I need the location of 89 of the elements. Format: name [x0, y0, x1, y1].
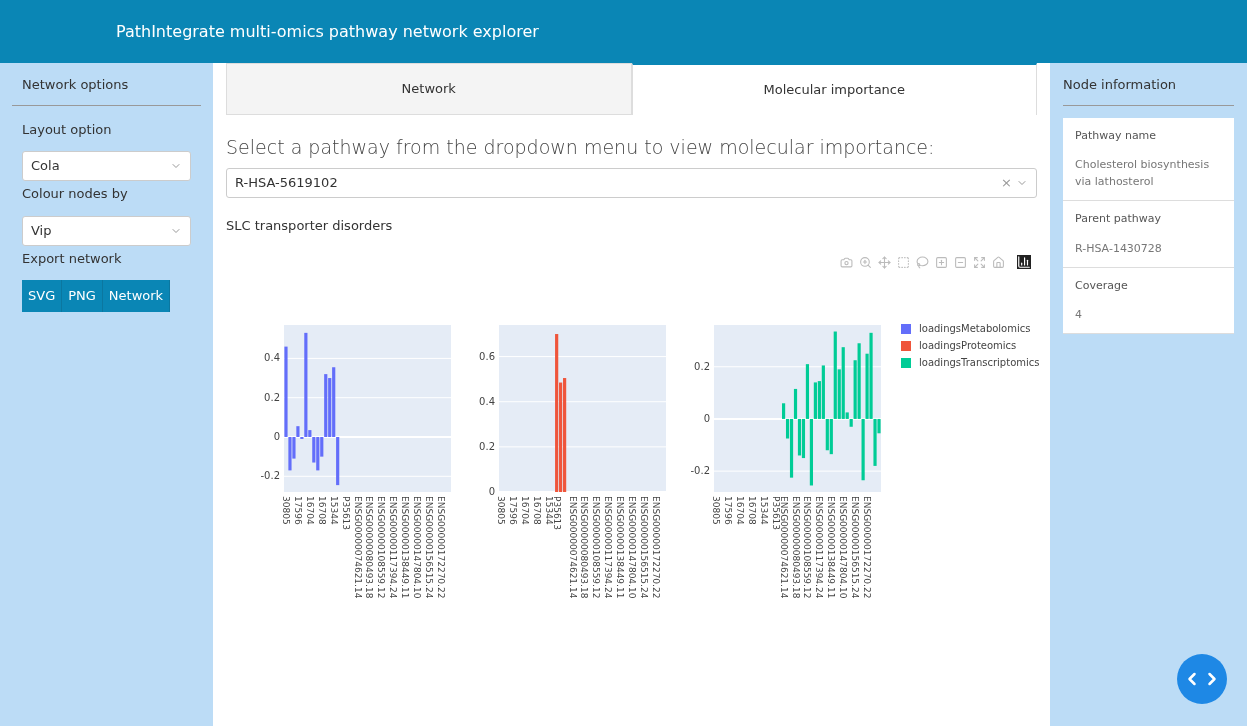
- field-label: Layout option: [22, 120, 113, 139]
- y-tick-label: -0.2: [690, 465, 710, 477]
- tab[interactable]: Network: [226, 63, 632, 115]
- home-icon[interactable]: [992, 255, 1005, 269]
- field-label: Export network: [22, 249, 123, 268]
- x-tick-label: 16708: [531, 496, 542, 525]
- x-tick-label: 16708: [316, 496, 327, 525]
- x-tick-label: P35613: [551, 496, 562, 531]
- x-tick-label: ENSG00000147804.10: [838, 496, 849, 599]
- x-tick-label: 16704: [304, 496, 315, 525]
- info-value: 4: [1075, 307, 1083, 323]
- app-title: PathIntegrate multi-omics pathway network explorer: [116, 20, 539, 43]
- pan-icon[interactable]: [878, 255, 891, 269]
- x-tick-label: ENSG00000156515.24: [850, 496, 861, 599]
- x-tick-label: P35613: [770, 496, 781, 531]
- zoom-in-icon[interactable]: [935, 255, 948, 269]
- x-tick-label: ENSG00000156515.24: [639, 496, 650, 599]
- x-tick-label: 15344: [328, 496, 339, 525]
- y-tick-label: 0: [703, 412, 710, 424]
- x-tick-label: 17596: [292, 496, 303, 525]
- x-tick-label: ENSG00000108559.12: [376, 496, 387, 599]
- box-select-icon[interactable]: [897, 255, 910, 269]
- x-tick-label: 17596: [507, 496, 518, 525]
- x-tick-label: ENSG00000117394.24: [814, 496, 825, 599]
- y-tick-label: 0: [488, 486, 495, 497]
- pathway-dropdown[interactable]: R-HSA-5619102 ×: [226, 167, 1037, 198]
- x-tick-label: 30805: [711, 496, 721, 525]
- x-tick-label: ENSG00000138449.11: [826, 496, 837, 599]
- legend-label: loadingsProteomics: [919, 339, 1017, 353]
- select-field[interactable]: Cola: [22, 151, 191, 181]
- x-tick-label: ENSG00000080493.18: [790, 496, 801, 599]
- info-label: Pathway name: [1075, 127, 1158, 144]
- bar-chart-icon[interactable]: [1017, 255, 1031, 269]
- tab[interactable]: Molecular importance: [631, 63, 1037, 115]
- x-tick-label: ENSG00000172270.22: [862, 496, 873, 599]
- y-tick-label: 0.2: [694, 360, 710, 372]
- x-tick-label: 30805: [281, 496, 291, 525]
- y-tick-label: 0: [273, 431, 280, 442]
- x-tick-label: ENSG00000138449.11: [400, 496, 411, 599]
- x-tick-label: ENSG00000080493.18: [579, 496, 590, 599]
- x-tick-label: ENSG00000147804.10: [627, 496, 638, 599]
- x-tick-label: ENSG00000117394.24: [388, 496, 399, 599]
- y-tick-label: 0.2: [479, 440, 495, 452]
- x-tick-label: ENSG00000080493.18: [364, 496, 375, 599]
- info-value: Cholesterol biosynthesis via lathosterol: [1075, 157, 1211, 190]
- y-tick-label: 0.2: [264, 391, 280, 403]
- x-tick-label: 16708: [746, 496, 757, 525]
- lasso-icon[interactable]: [916, 255, 929, 269]
- y-tick-label: 0.4: [264, 352, 280, 364]
- select-field[interactable]: Vip: [22, 215, 191, 246]
- x-tick-label: ENSG00000138449.11: [615, 496, 626, 599]
- info-label: Coverage: [1075, 277, 1129, 294]
- autoscale-icon[interactable]: [973, 255, 986, 269]
- sidebar-title: Node information: [1063, 75, 1234, 106]
- info-label: Parent pathway: [1075, 211, 1162, 227]
- sidebar-title: Network options: [12, 75, 201, 106]
- y-tick-label: 0.4: [479, 395, 495, 407]
- x-tick-label: 16704: [519, 496, 530, 525]
- x-tick-label: ENSG00000074621.14: [567, 496, 578, 599]
- x-tick-label: 30805: [496, 496, 506, 525]
- x-tick-label: 15344: [543, 496, 554, 525]
- plot-title: SLC transporter disorders: [226, 216, 394, 235]
- y-tick-label: 0.6: [479, 350, 495, 362]
- x-tick-label: 15344: [758, 496, 769, 525]
- zoom-icon[interactable]: [859, 255, 872, 269]
- x-tick-label: 16704: [734, 496, 745, 525]
- y-tick-label: -0.2: [260, 470, 280, 482]
- x-tick-label: P35613: [340, 496, 351, 531]
- x-tick-label: ENSG00000108559.12: [802, 496, 813, 599]
- x-tick-label: 17596: [722, 496, 733, 525]
- x-tick-label: ENSG00000172270.22: [651, 496, 662, 599]
- x-tick-label: ENSG00000108559.12: [591, 496, 602, 599]
- x-tick-label: ENSG00000156515.24: [424, 496, 435, 599]
- field-label: Colour nodes by: [22, 185, 129, 203]
- zoom-out-icon[interactable]: [954, 255, 967, 269]
- legend-label: loadingsTranscriptomics: [919, 356, 1040, 370]
- legend-label: loadingsMetabolomics: [919, 322, 1031, 336]
- export-button[interactable]: SVG: [22, 280, 63, 312]
- x-tick-label: ENSG00000147804.10: [412, 496, 423, 599]
- x-tick-label: ENSG00000074621.14: [352, 496, 363, 599]
- export-button[interactable]: PNG: [62, 280, 103, 312]
- x-tick-label: ENSG00000172270.22: [436, 496, 447, 599]
- x-tick-label: ENSG00000117394.24: [603, 496, 614, 599]
- camera-icon[interactable]: [840, 255, 853, 269]
- info-value: R-HSA-1430728: [1075, 240, 1163, 257]
- toggle-panel-button[interactable]: [1177, 654, 1227, 704]
- prompt-text: Select a pathway from the dropdown menu to view molecular importance:: [226, 135, 936, 160]
- x-tick-label: ENSG00000074621.14: [778, 496, 789, 599]
- export-button[interactable]: Network: [102, 280, 171, 312]
